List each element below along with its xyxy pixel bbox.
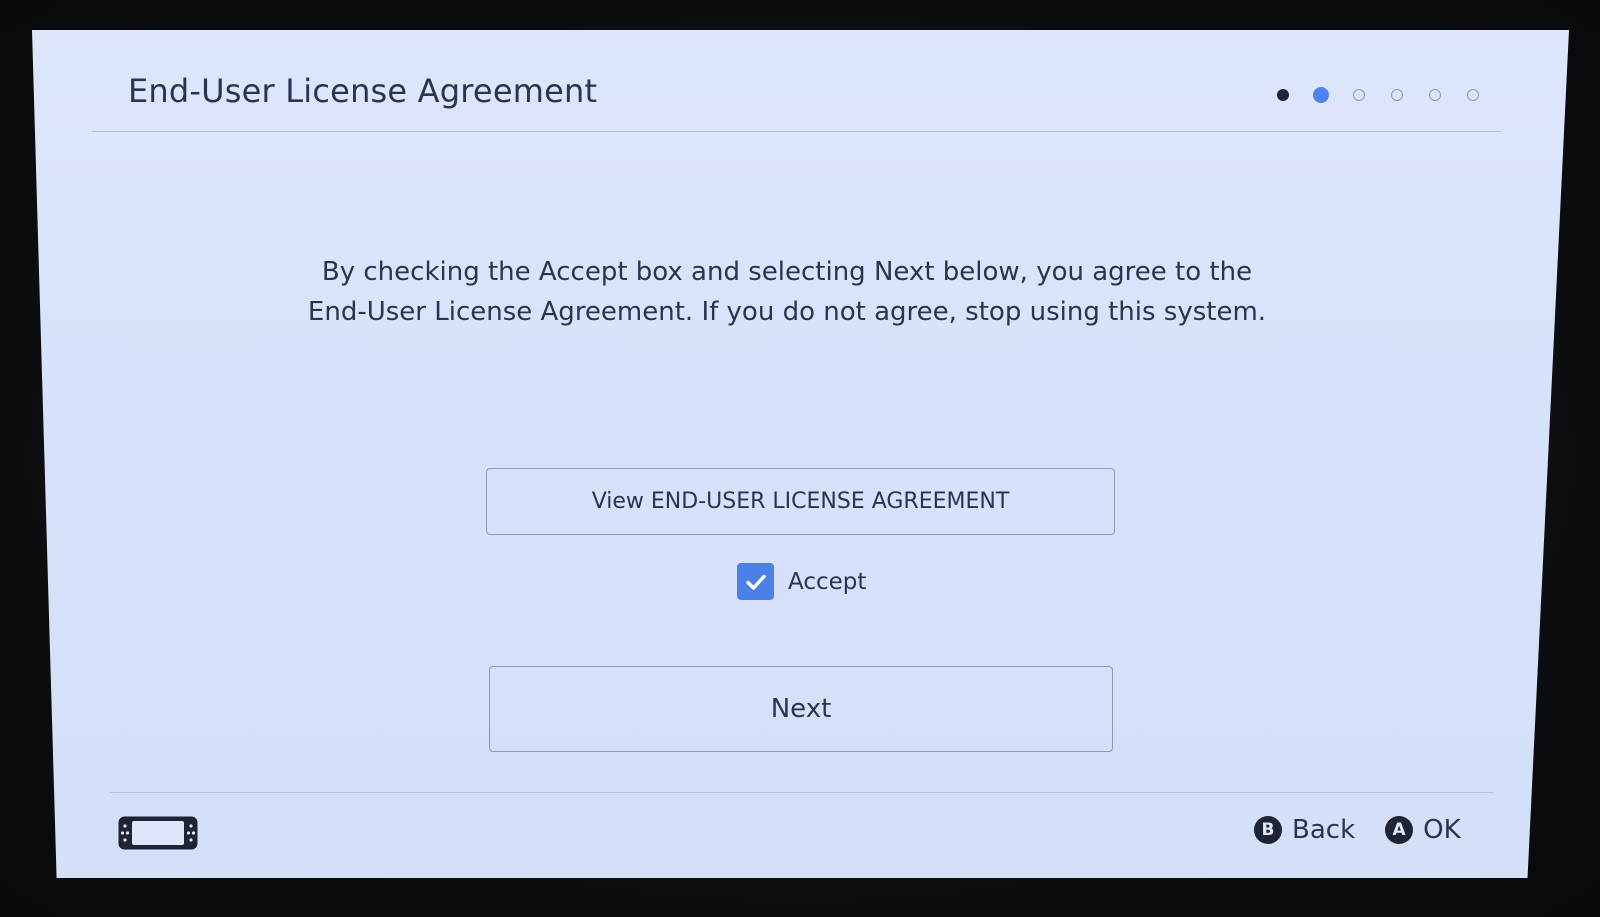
view-eula-button[interactable]: View END-USER LICENSE AGREEMENT bbox=[486, 468, 1115, 535]
progress-step-5 bbox=[1416, 88, 1454, 102]
accept-checkbox[interactable] bbox=[737, 563, 774, 600]
ok-hint-label: OK bbox=[1423, 815, 1461, 845]
next-button[interactable]: Next bbox=[489, 666, 1113, 752]
button-hints: B Back A OK bbox=[1254, 815, 1461, 845]
agreement-message-line-2: End-User License Agreement. If you do no… bbox=[307, 297, 1267, 327]
handheld-console-icon bbox=[118, 816, 198, 850]
system-setup-screen: End-User License Agreement By checking t… bbox=[32, 30, 1569, 878]
a-button-icon: A bbox=[1385, 816, 1414, 844]
back-hint-label: Back bbox=[1292, 815, 1356, 845]
accept-label: Accept bbox=[788, 568, 867, 595]
b-button-icon: B bbox=[1254, 816, 1282, 844]
page-title: End-User License Agreement bbox=[128, 72, 598, 110]
progress-step-4 bbox=[1378, 88, 1416, 102]
checkmark-icon bbox=[745, 574, 766, 590]
progress-step-2 bbox=[1302, 87, 1340, 103]
ok-hint[interactable]: A OK bbox=[1385, 815, 1461, 845]
progress-step-6 bbox=[1454, 88, 1492, 102]
progress-step-1 bbox=[1264, 88, 1302, 102]
agreement-message-line-1: By checking the Accept box and selecting… bbox=[321, 257, 1253, 287]
footer-divider bbox=[110, 792, 1493, 793]
tv-bezel: End-User License Agreement By checking t… bbox=[0, 0, 1600, 917]
agreement-message: By checking the Accept box and selecting… bbox=[112, 252, 1462, 332]
header-divider bbox=[92, 131, 1502, 132]
accept-checkbox-row[interactable]: Accept bbox=[737, 563, 866, 600]
progress-step-3 bbox=[1340, 88, 1378, 102]
back-hint[interactable]: B Back bbox=[1254, 815, 1355, 845]
setup-progress-indicator bbox=[1264, 87, 1492, 103]
